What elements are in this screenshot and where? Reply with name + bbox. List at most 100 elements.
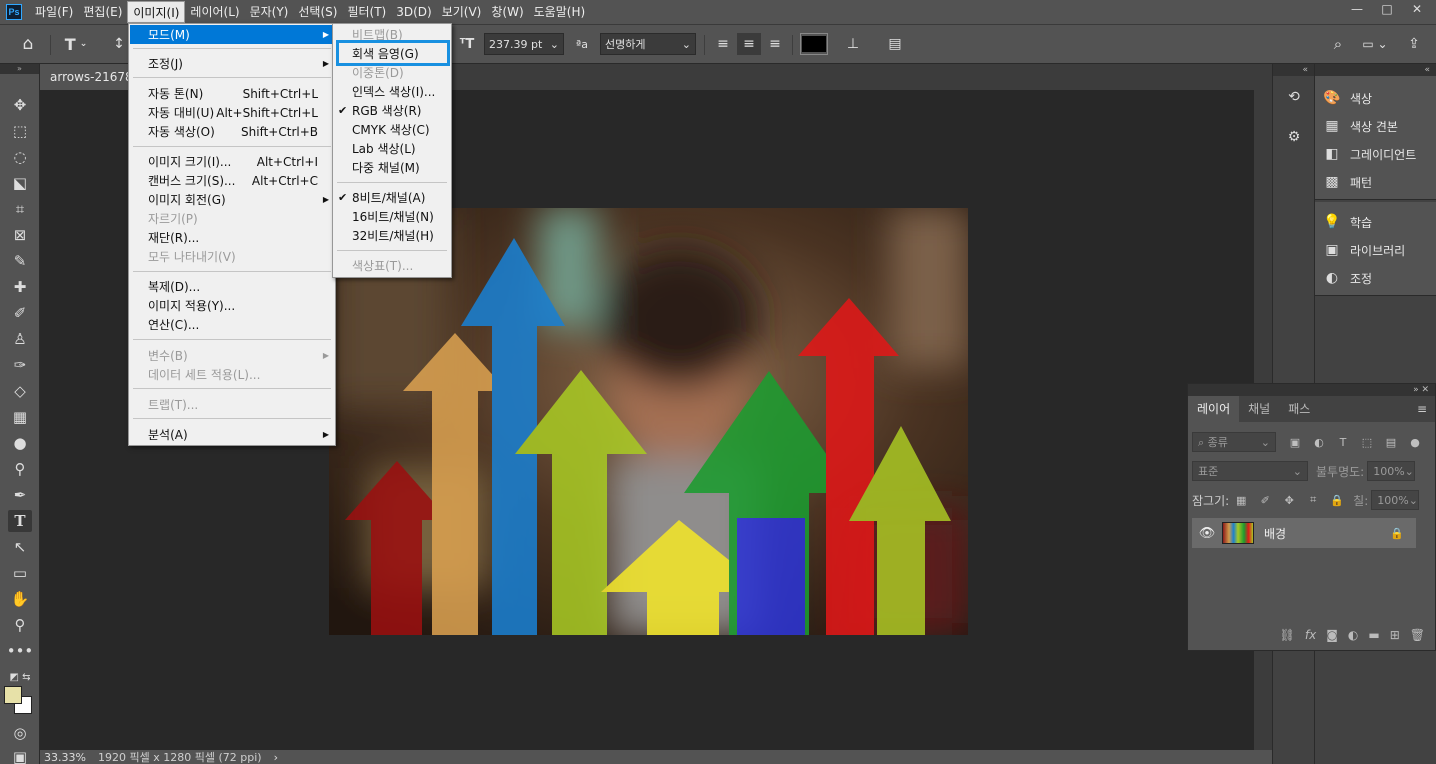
image-filter-icon[interactable]: ▣ — [1288, 435, 1302, 449]
blend-mode-select[interactable]: 표준 ⌄ — [1192, 461, 1308, 481]
frame-tool-icon[interactable]: ⊠ — [8, 224, 32, 246]
align-right-icon[interactable]: ≡ — [764, 33, 786, 55]
foreground-color-swatch[interactable] — [4, 686, 22, 704]
workspace-icon[interactable]: ▭ ⌄ — [1358, 33, 1392, 55]
move-tool-icon[interactable]: ✥ — [8, 94, 32, 116]
path-selection-tool-icon[interactable]: ↖ — [8, 536, 32, 558]
zoom-level[interactable]: 33.33% — [40, 751, 90, 764]
mode-item-cmyk-color[interactable]: CMYK 색상(C) — [334, 120, 450, 139]
minimize-button[interactable]: — — [1342, 0, 1372, 18]
align-center-icon[interactable]: ≡ — [737, 33, 761, 55]
menu-item-calculations[interactable]: 연산(C)... — [130, 315, 334, 334]
adjustment-filter-icon[interactable]: ◐ — [1312, 435, 1326, 449]
font-size-field[interactable]: 237.39 pt ⌄ — [484, 33, 564, 55]
warp-text-icon[interactable]: ⊥ — [842, 33, 864, 55]
menu-item-image-rotation[interactable]: 이미지 회전(G) ▶ — [130, 190, 334, 209]
tab-paths[interactable]: 패스 — [1279, 396, 1319, 422]
pen-tool-icon[interactable]: ✒ — [8, 484, 32, 506]
panel-adjustments[interactable]: ◐ 조정 — [1323, 266, 1372, 290]
menu-file[interactable]: 파일(F) — [30, 1, 78, 23]
lock-artboard-icon[interactable]: ⌗ — [1306, 493, 1320, 507]
type-tool-icon[interactable]: T — [8, 510, 32, 532]
eraser-tool-icon[interactable]: ◇ — [8, 380, 32, 402]
history-brush-tool-icon[interactable]: ✑ — [8, 354, 32, 376]
menu-item-auto-color[interactable]: 자동 색상(O) Shift+Ctrl+B — [130, 122, 334, 141]
lock-transparent-icon[interactable]: ▦ — [1234, 493, 1248, 507]
panel-color[interactable]: 🎨 색상 — [1323, 86, 1372, 110]
panel-swatches[interactable]: ▦ 색상 견본 — [1323, 114, 1398, 138]
rectangle-tool-icon[interactable]: ▭ — [8, 562, 32, 584]
collapse-icon[interactable]: « — [1273, 64, 1314, 76]
trash-icon[interactable]: 🗑 — [1410, 628, 1425, 642]
maximize-button[interactable]: □ — [1372, 0, 1402, 18]
brush-tool-icon[interactable]: ✐ — [8, 302, 32, 324]
add-mask-icon[interactable]: ◙ — [1326, 628, 1338, 642]
hand-tool-icon[interactable]: ✋ — [8, 588, 32, 610]
menu-item-analysis[interactable]: 분석(A) ▶ — [130, 425, 334, 444]
fill-field[interactable]: 100% ⌄ — [1371, 490, 1420, 510]
menu-type[interactable]: 문자(Y) — [245, 1, 294, 23]
gradient-tool-icon[interactable]: ▦ — [8, 406, 32, 428]
menu-item-adjustments[interactable]: 조정(J) ▶ — [130, 54, 334, 73]
marquee-tool-icon[interactable]: ⬚ — [8, 120, 32, 142]
mode-item-16bit[interactable]: 16비트/채널(N) — [334, 207, 450, 226]
opacity-field[interactable]: 100% ⌄ — [1367, 461, 1416, 481]
menu-3d[interactable]: 3D(D) — [391, 1, 436, 23]
type-filter-icon[interactable]: T — [1336, 435, 1350, 449]
collapse-icon[interactable]: » ✕ — [1188, 384, 1435, 396]
menu-item-apply-image[interactable]: 이미지 적용(Y)... — [130, 296, 334, 315]
crop-tool-icon[interactable]: ⌗ — [8, 198, 32, 220]
screen-mode-icon[interactable]: ▣ — [8, 746, 32, 764]
folder-icon[interactable]: ▬ — [1368, 628, 1379, 642]
panel-menu-icon[interactable]: ≡ — [1417, 396, 1427, 422]
menu-item-image-size[interactable]: 이미지 크기(I)... Alt+Ctrl+I — [130, 152, 334, 171]
healing-brush-tool-icon[interactable]: ✚ — [8, 276, 32, 298]
layer-filter-select[interactable]: ⌕ 종류 ⌄ — [1192, 432, 1276, 452]
menu-item-mode[interactable]: 모드(M) ▶ — [130, 25, 334, 44]
quick-mask-icon[interactable]: ◎ — [8, 722, 32, 744]
mode-item-32bit[interactable]: 32비트/채널(H) — [334, 226, 450, 245]
adjustment-layer-icon[interactable]: ◐ — [1348, 628, 1358, 642]
antialias-select[interactable]: 선명하게 ⌄ — [600, 33, 696, 55]
menu-window[interactable]: 창(W) — [486, 1, 528, 23]
history-panel-icon[interactable]: ⟲ — [1283, 86, 1305, 108]
menu-layer[interactable]: 레이어(L) — [185, 1, 244, 23]
properties-panel-icon[interactable]: ⚙ — [1283, 126, 1305, 148]
menu-filter[interactable]: 필터(T) — [342, 1, 391, 23]
menu-image[interactable]: 이미지(I) — [127, 1, 186, 23]
mode-item-multichannel[interactable]: 다중 채널(M) — [334, 158, 450, 177]
chevron-right-icon[interactable]: › — [262, 751, 278, 764]
align-left-icon[interactable]: ≡ — [712, 33, 734, 55]
menu-view[interactable]: 보기(V) — [437, 1, 487, 23]
filter-toggle-icon[interactable]: ● — [1408, 435, 1422, 449]
lock-image-icon[interactable]: ✐ — [1258, 493, 1272, 507]
menu-select[interactable]: 선택(S) — [293, 1, 342, 23]
link-layers-icon[interactable]: ⛓ — [1280, 628, 1295, 642]
menu-item-trim[interactable]: 재단(R)... — [130, 228, 334, 247]
panel-gradients[interactable]: ◧ 그레이디언트 — [1323, 142, 1416, 166]
lock-position-icon[interactable]: ✥ — [1282, 493, 1296, 507]
search-icon[interactable]: ⌕ — [1328, 33, 1348, 55]
mode-item-indexed-color[interactable]: 인덱스 색상(I)... — [334, 82, 450, 101]
character-panel-icon[interactable]: ▤ — [884, 33, 906, 55]
object-selection-tool-icon[interactable]: ⬕ — [8, 172, 32, 194]
menu-item-auto-contrast[interactable]: 자동 대비(U) Alt+Shift+Ctrl+L — [130, 103, 334, 122]
lock-all-icon[interactable]: 🔒 — [1330, 493, 1344, 507]
more-tools-icon[interactable]: ••• — [7, 640, 34, 662]
eye-icon[interactable]: 👁 — [1192, 526, 1222, 541]
lasso-tool-icon[interactable]: ◌ — [8, 146, 32, 168]
tab-channels[interactable]: 채널 — [1239, 396, 1279, 422]
blur-tool-icon[interactable]: ● — [8, 432, 32, 454]
eyedropper-tool-icon[interactable]: ✎ — [8, 250, 32, 272]
smart-object-filter-icon[interactable]: ▤ — [1384, 435, 1398, 449]
clone-stamp-tool-icon[interactable]: ♙ — [8, 328, 32, 350]
share-icon[interactable]: ⇪ — [1404, 33, 1424, 55]
dodge-tool-icon[interactable]: ⚲ — [8, 458, 32, 480]
mode-item-grayscale[interactable]: 회색 음영(G) — [334, 44, 450, 63]
menu-item-canvas-size[interactable]: 캔버스 크기(S)... Alt+Ctrl+C — [130, 171, 334, 190]
panel-patterns[interactable]: ▩ 패턴 — [1323, 170, 1372, 194]
shape-filter-icon[interactable]: ⬚ — [1360, 435, 1374, 449]
panel-learn[interactable]: 💡 학습 — [1323, 210, 1372, 234]
document-tab[interactable]: arrows-2167843 — [40, 64, 132, 90]
new-layer-icon[interactable]: ⊞ — [1390, 628, 1400, 642]
